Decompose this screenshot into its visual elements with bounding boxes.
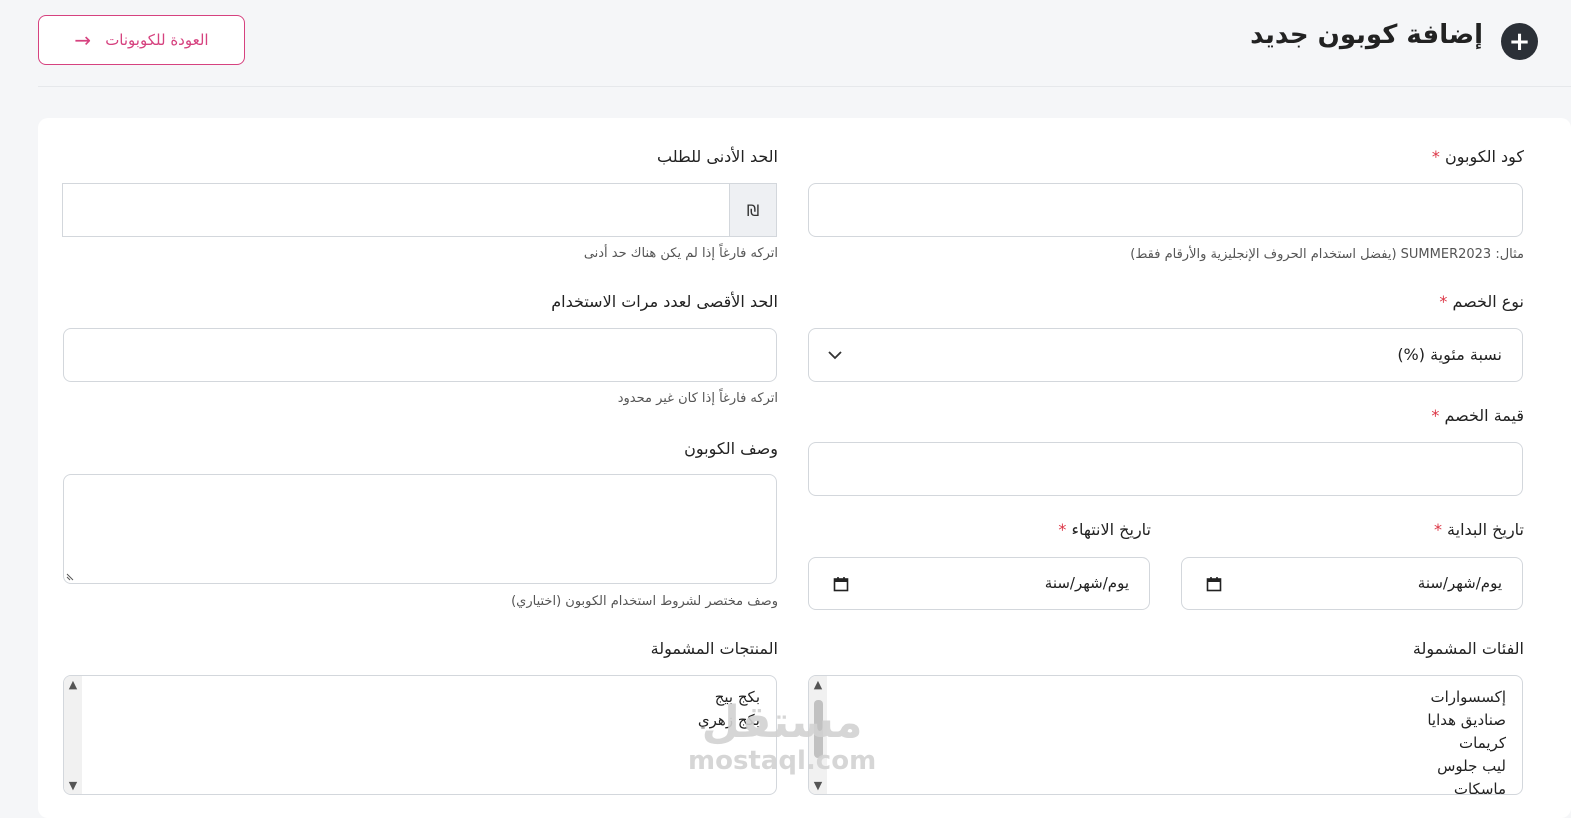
back-label: العودة للكوبونات xyxy=(105,31,209,49)
scroll-down-icon[interactable]: ▼ xyxy=(64,779,82,792)
discount-value-input[interactable] xyxy=(808,442,1523,496)
required-mark: * xyxy=(1439,292,1448,311)
watermark: مستقل mostaql.com xyxy=(688,697,877,777)
coupon-code-input[interactable] xyxy=(808,183,1523,237)
category-option[interactable]: ماسكات xyxy=(1427,778,1506,794)
discount-type-select[interactable]: نسبة مئوية (%) xyxy=(808,328,1523,382)
back-to-coupons-button[interactable]: العودة للكوبونات → xyxy=(38,15,245,65)
add-icon: + xyxy=(1501,23,1538,60)
description-help: وصف مختصر لشروط استخدام الكوبون (اختياري… xyxy=(511,594,778,609)
page-title: إضافة كوبون جديد xyxy=(1250,20,1483,50)
scroll-down-icon[interactable]: ▼ xyxy=(809,779,827,792)
required-mark: * xyxy=(1058,520,1067,539)
category-option[interactable]: ليب جلوس xyxy=(1427,755,1506,778)
products-listbox[interactable]: بكج بيج بكج زهري ▲ ▼ xyxy=(63,675,777,795)
resize-handle-icon[interactable] xyxy=(66,571,76,581)
coupon-code-help: مثال: SUMMER2023 (يفضل استخدام الحروف ال… xyxy=(1130,247,1524,262)
end-date-label: تاريخ الانتهاء * xyxy=(1058,520,1151,539)
products-label: المنتجات المشمولة xyxy=(650,639,778,658)
header-divider xyxy=(38,86,1571,87)
end-date-input[interactable]: يوم/شهر/سنة xyxy=(808,557,1150,610)
discount-type-label: نوع الخصم * xyxy=(1439,292,1524,311)
category-option[interactable]: إكسسوارات xyxy=(1427,686,1506,709)
category-option[interactable]: كريمات xyxy=(1427,732,1506,755)
start-date-input[interactable]: يوم/شهر/سنة xyxy=(1181,557,1523,610)
shekel-icon: ₪ xyxy=(746,200,760,220)
required-mark: * xyxy=(1431,147,1440,166)
max-uses-label: الحد الأقصى لعدد مرات الاستخدام xyxy=(551,292,778,311)
calendar-icon[interactable] xyxy=(833,576,849,592)
currency-addon: ₪ xyxy=(729,184,776,236)
min-order-help: اتركه فارغاً إذا لم يكن هناك حد أدنى xyxy=(583,246,778,261)
discount-type-value: نسبة مئوية (%) xyxy=(1397,345,1502,364)
chevron-down-icon xyxy=(828,351,842,360)
start-date-placeholder: يوم/شهر/سنة xyxy=(1417,574,1502,592)
arrow-right-icon: → xyxy=(74,28,92,52)
max-uses-input[interactable] xyxy=(63,328,777,382)
calendar-icon[interactable] xyxy=(1206,576,1222,592)
end-date-placeholder: يوم/شهر/سنة xyxy=(1044,574,1129,592)
discount-value-label: قيمة الخصم * xyxy=(1431,406,1524,425)
category-option[interactable]: صناديق هدايا xyxy=(1427,709,1506,732)
categories-listbox[interactable]: إكسسوارات صناديق هدايا كريمات ليب جلوس م… xyxy=(808,675,1523,795)
description-label: وصف الكوبون xyxy=(684,439,778,458)
scroll-up-icon[interactable]: ▲ xyxy=(809,678,827,691)
coupon-code-label: كود الكوبون * xyxy=(1431,147,1524,166)
products-scrollbar[interactable]: ▲ ▼ xyxy=(64,676,82,794)
min-order-input[interactable]: ₪ xyxy=(62,183,777,237)
required-mark: * xyxy=(1431,406,1440,425)
description-textarea[interactable] xyxy=(63,474,777,584)
watermark-arabic: مستقل xyxy=(701,697,863,748)
watermark-latin: mostaql.com xyxy=(688,746,877,776)
max-uses-help: اتركه فارغاً إذا كان غير محدود xyxy=(617,391,778,406)
categories-label: الفئات المشمولة xyxy=(1412,639,1524,658)
min-order-label: الحد الأدنى للطلب xyxy=(656,147,778,166)
scroll-up-icon[interactable]: ▲ xyxy=(64,678,82,691)
start-date-label: تاريخ البداية * xyxy=(1433,520,1524,539)
required-mark: * xyxy=(1433,520,1442,539)
